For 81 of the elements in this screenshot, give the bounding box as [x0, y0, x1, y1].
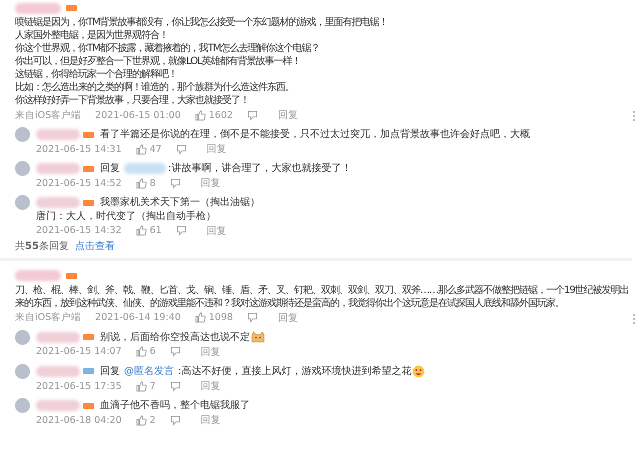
comment-text: 你这个世界观，你TM都不披露，藏着掖着的，我TM怎么去理解你这个电锯？ [15, 42, 320, 55]
reply-button[interactable]: 回复 [200, 413, 221, 428]
avatar[interactable] [15, 127, 30, 142]
reply-button[interactable]: 回复 [200, 176, 221, 190]
like-button[interactable]: 1098 [194, 312, 233, 324]
like-button[interactable]: 7 [136, 380, 156, 392]
blurred-username [36, 197, 80, 208]
like-button[interactable]: 2 [136, 414, 156, 426]
reply-text: 看了半篇还是你说的在理，倒不是不能接受，只不过太过突兀，加点背景故事也许会好点吧，大概 [100, 129, 530, 140]
blurred-username [124, 163, 166, 174]
thumbs-up-icon [136, 414, 147, 426]
comment-text: 刀、枪、棍、棒、剑、斧、戟、鞭、匕首、戈、锏、锤、盾、矛、叉、钉耙、双刺、双剑、双刀、双斧……那么多武器不做整把链锯，一个19世纪被发明出来的东西，放到这种武侠、仙侠、的游戏里能不违和？我对这游戏期待还是蛮高的，我觉得你出个这玩意是在试探国人底线和舔外国玩家。 [15, 284, 630, 310]
reply-text: :讲故事啊，讲合理了，大家也就接受了！ [168, 163, 352, 174]
more-options-icon[interactable] [632, 110, 636, 122]
blurred-username [36, 400, 80, 412]
thumbs-up-icon [136, 144, 147, 155]
comment-time: 2021-06-15 17:35 [36, 380, 122, 392]
like-button[interactable]: 8 [136, 178, 156, 189]
comment-time: 2021-06-15 14:07 [36, 346, 122, 358]
thumbs-up-icon [136, 346, 147, 358]
reply-button[interactable]: 回复 [278, 108, 298, 122]
comment-time: 2021-06-15 14:32 [36, 225, 122, 236]
comment-text: 你这样好好弄一下背景故事，只要合理，大家也就接受了！ [15, 94, 250, 107]
thumbs-up-icon [136, 225, 147, 236]
reply-button[interactable]: 回复 [206, 224, 227, 238]
reply-text: 血滴子他不香吗，整个电锯我服了 [100, 400, 250, 412]
thumbs-up-icon [194, 312, 206, 324]
reply-text: 我墨家机关术天下第一（掏出油锯） [100, 197, 260, 208]
blurred-username [36, 163, 80, 174]
reply-prefix: 回复 [100, 163, 120, 174]
dislike-icon[interactable] [170, 414, 181, 426]
cat-face-emoji-icon [251, 331, 265, 344]
client-source: 来自iOS客户端 [15, 108, 82, 122]
dislike-icon[interactable] [176, 225, 187, 236]
comment-text: 这链锯，你得给玩家一个合理的解释吧！ [15, 68, 178, 81]
client-source: 来自iOS客户端 [15, 311, 82, 324]
avatar[interactable] [15, 330, 30, 345]
blurred-username [36, 366, 80, 377]
reply-text: 唐门：大人，时代变了（掏出自动手枪） [36, 210, 217, 223]
comment-time: 2021-06-14 19:40 [95, 312, 181, 324]
reply-button[interactable]: 回复 [200, 344, 221, 359]
reply-text: 别说，后面给你空投高达也说不定 [100, 332, 250, 343]
reply-prefix: 回复 [100, 366, 120, 377]
like-button[interactable]: 47 [136, 144, 162, 155]
more-options-icon[interactable] [632, 312, 636, 325]
comment-time: 2021-06-15 14:31 [36, 144, 122, 155]
comment-text: 人家国外整电锯，是因为世界观符合！ [15, 29, 169, 42]
dislike-icon[interactable] [170, 178, 181, 189]
dislike-icon[interactable] [246, 110, 258, 120]
blurred-username [36, 332, 80, 343]
comment-text: 喷链锯是因为，你TM背景故事都没有，你让我怎么接受一个东幻题材的游戏，里面有把电锯！ [15, 16, 389, 29]
avatar[interactable] [15, 195, 30, 210]
dislike-icon[interactable] [246, 312, 258, 324]
comment-time: 2021-06-15 01:00 [95, 110, 181, 120]
avatar[interactable] [15, 364, 30, 379]
view-replies-link[interactable]: 点击查看 [74, 240, 115, 254]
mention-link[interactable]: @匿名发言 [124, 366, 174, 377]
reply-text: :高达不好便，直接上风灯，游戏环境快进到希望之花 [178, 366, 412, 377]
reply-count: 共55条回复 [15, 240, 69, 254]
reply-button[interactable]: 回复 [206, 142, 227, 156]
comment-text: 你出可以，但是好歹整合一下世界观，就像LOL英雄都有背景故事一样！ [15, 55, 302, 68]
like-button[interactable]: 6 [136, 346, 156, 358]
like-button[interactable]: 1602 [194, 110, 233, 120]
dislike-icon[interactable] [176, 144, 187, 155]
reply-button[interactable]: 回复 [200, 379, 221, 394]
comment-text: 比如：怎么造出来的之类的啊！谁造的，那个族群为什么造这件东西。 [15, 81, 295, 94]
blurred-username [15, 270, 61, 282]
dislike-icon[interactable] [170, 346, 181, 358]
thumbs-up-icon [136, 178, 147, 189]
like-button[interactable]: 61 [136, 225, 162, 236]
blurred-username [36, 129, 80, 140]
dislike-icon[interactable] [170, 380, 181, 392]
smiling-face-emoji-icon [412, 364, 426, 378]
thumbs-up-icon [194, 110, 206, 120]
comment-time: 2021-06-15 14:52 [36, 178, 122, 189]
avatar[interactable] [15, 161, 30, 176]
comment-time: 2021-06-18 04:20 [36, 414, 122, 426]
avatar[interactable] [15, 398, 30, 414]
reply-button[interactable]: 回复 [278, 310, 298, 325]
blurred-username [15, 2, 61, 14]
thumbs-up-icon [136, 380, 147, 392]
